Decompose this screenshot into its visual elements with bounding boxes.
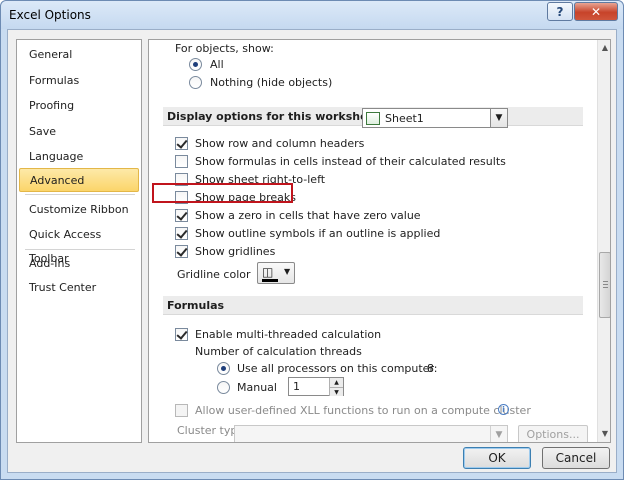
manual-threads-stepper[interactable]: 1 ▲ ▼ (288, 377, 344, 396)
page-breaks-highlight (152, 183, 293, 203)
sidebar-divider (25, 194, 135, 195)
xll-cluster-checkbox[interactable] (175, 404, 188, 417)
show-zero-checkbox[interactable] (175, 209, 188, 222)
close-icon: ✕ (590, 4, 602, 19)
objects-all-radio[interactable] (189, 58, 202, 71)
all-processors-label: Use all processors on this computer: (237, 362, 438, 375)
help-icon: ? (556, 4, 564, 19)
sidebar-divider (25, 249, 135, 250)
paint-bucket-icon: ◫ (262, 265, 274, 279)
worksheet-select-value: Sheet1 (385, 112, 424, 125)
multithread-label: Enable multi-threaded calculation (195, 328, 382, 341)
multithread-checkbox[interactable] (175, 328, 188, 341)
scroll-up-icon[interactable]: ▲ (598, 40, 610, 56)
sidebar-item-trust-center[interactable]: Trust Center (19, 276, 139, 300)
title-bar[interactable]: Excel Options ? ✕ (1, 1, 623, 29)
chevron-down-icon[interactable]: ▼ (490, 109, 507, 127)
cluster-type-select[interactable]: ▼ (234, 425, 508, 442)
sidebar: General Formulas Proofing Save Language … (16, 39, 142, 443)
chevron-down-icon[interactable]: ▼ (329, 387, 343, 396)
show-outline-symbols-checkbox[interactable] (175, 227, 188, 240)
show-gridlines-checkbox[interactable] (175, 245, 188, 258)
cancel-button[interactable]: Cancel (542, 447, 610, 469)
threads-heading: Number of calculation threads (195, 345, 362, 358)
sidebar-item-general[interactable]: General (19, 43, 139, 67)
gridline-color-label: Gridline color (177, 268, 251, 281)
worksheet-section-label: Display options for this worksheet: (167, 110, 385, 123)
show-gridlines-label: Show gridlines (195, 245, 276, 258)
show-outline-symbols-label: Show outline symbols if an outline is ap… (195, 227, 441, 240)
show-row-column-headers-label: Show row and column headers (195, 137, 365, 150)
xll-cluster-label: Allow user-defined XLL functions to run … (195, 404, 531, 417)
all-processors-radio[interactable] (217, 362, 230, 375)
formulas-section-header: Formulas (163, 296, 583, 315)
processor-count: 8 (427, 362, 434, 375)
formulas-section-label: Formulas (167, 299, 225, 312)
manual-threads-label: Manual (237, 381, 277, 394)
show-formulas-checkbox[interactable] (175, 155, 188, 168)
chevron-down-icon: ▼ (284, 267, 291, 276)
manual-threads-radio[interactable] (217, 381, 230, 394)
grip-line (603, 281, 608, 282)
sidebar-item-customize-ribbon[interactable]: Customize Ribbon (19, 198, 139, 222)
info-icon: i (498, 404, 509, 415)
window-title: Excel Options (9, 8, 91, 22)
sidebar-item-add-ins[interactable]: Add-Ins (19, 252, 139, 276)
objects-all-label: All (210, 58, 224, 71)
sidebar-item-language[interactable]: Language (19, 145, 139, 169)
manual-threads-value: 1 (293, 380, 300, 393)
dialog-client-area: General Formulas Proofing Save Language … (7, 29, 617, 473)
color-swatch (262, 279, 278, 282)
show-row-column-headers-checkbox[interactable] (175, 137, 188, 150)
grip-line (603, 287, 608, 288)
objects-heading: For objects, show: (175, 42, 274, 55)
scroll-down-icon[interactable]: ▼ (598, 426, 610, 442)
sidebar-item-formulas[interactable]: Formulas (19, 69, 139, 93)
sidebar-item-save[interactable]: Save (19, 120, 139, 144)
scroll-thumb[interactable] (599, 252, 610, 318)
sidebar-item-proofing[interactable]: Proofing (19, 94, 139, 118)
show-zero-label: Show a zero in cells that have zero valu… (195, 209, 421, 222)
content-scrollbar[interactable]: ▲ ▼ (597, 40, 610, 442)
objects-nothing-radio[interactable] (189, 76, 202, 89)
grip-line (603, 284, 608, 285)
excel-options-window: Excel Options ? ✕ General Formulas Proof… (0, 0, 624, 480)
cluster-options-button[interactable]: Options... (518, 425, 588, 442)
advanced-options-panel: For objects, show: All Nothing (hide obj… (148, 39, 611, 443)
worksheet-icon (366, 112, 380, 125)
gridline-color-button[interactable]: ◫ ▼ (257, 262, 295, 284)
objects-nothing-label: Nothing (hide objects) (210, 76, 333, 89)
ok-button[interactable]: OK (463, 447, 531, 469)
chevron-up-icon[interactable]: ▲ (329, 378, 343, 387)
help-button[interactable]: ? (547, 2, 573, 21)
sidebar-item-quick-access-toolbar[interactable]: Quick Access Toolbar (19, 223, 139, 265)
worksheet-select[interactable]: Sheet1 ▼ (362, 108, 508, 128)
chevron-down-icon: ▼ (490, 426, 507, 442)
sidebar-item-advanced[interactable]: Advanced (19, 168, 139, 192)
show-formulas-label: Show formulas in cells instead of their … (195, 155, 506, 168)
close-button[interactable]: ✕ (574, 2, 618, 21)
